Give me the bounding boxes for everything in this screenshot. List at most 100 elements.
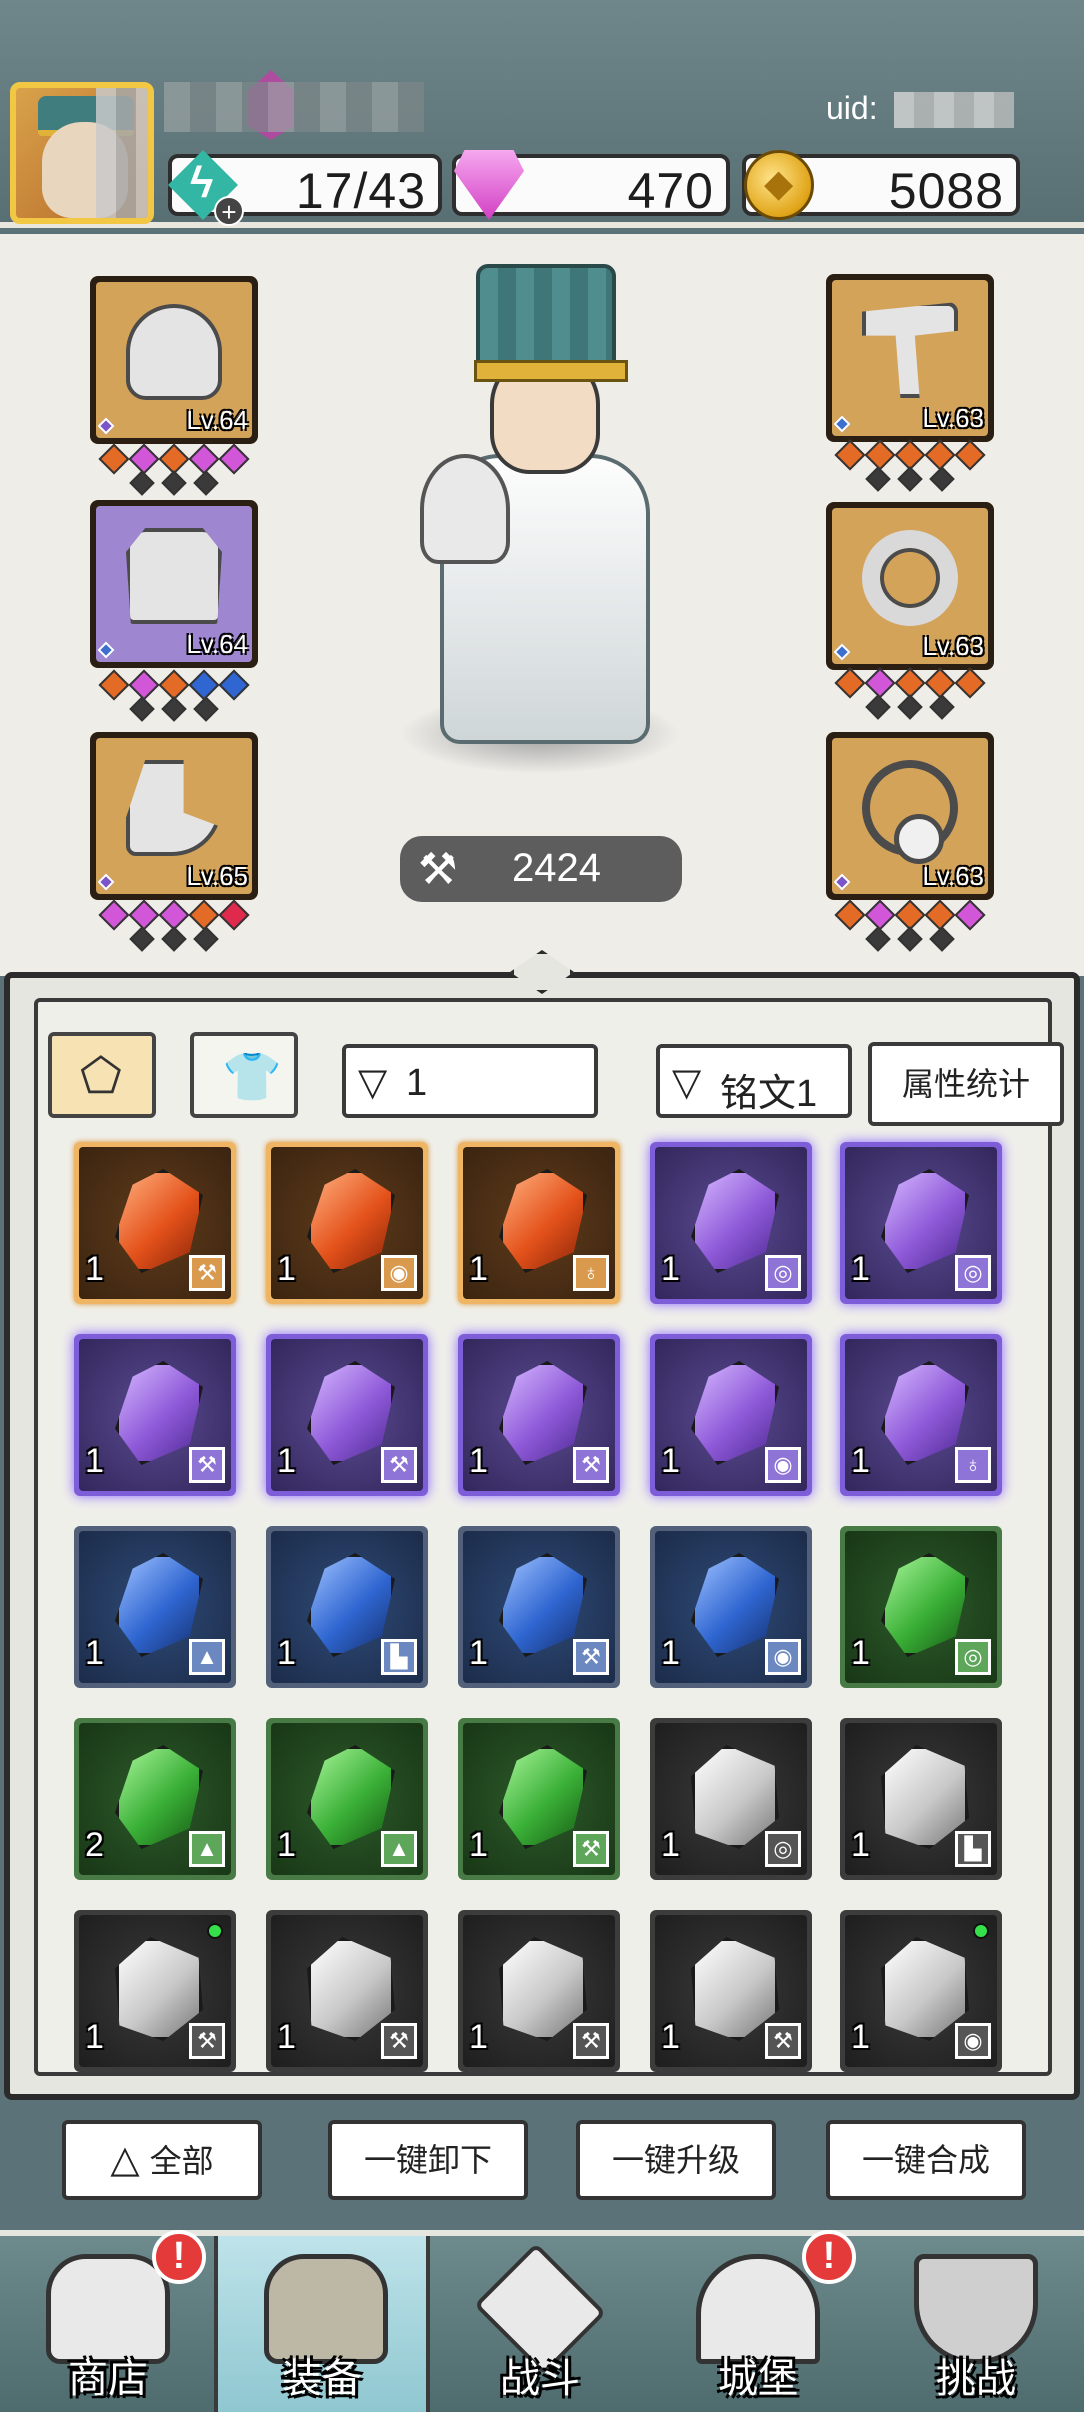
rune-slot-type-icon: ▲ [381,1831,417,1867]
nav-battle[interactable]: 战斗 [432,2236,648,2412]
rune-slot-type-icon: ⚒ [573,2023,609,2059]
nav-castle[interactable]: ! 城堡 [650,2230,866,2412]
rune-item[interactable]: 1 ⚒ [458,1910,620,2072]
rune-slot-type-icon: ▲ [189,1639,225,1675]
rune-item[interactable]: 1 ⚒ [74,1142,236,1304]
hero-character[interactable] [380,264,700,784]
shirt-icon: 👕 [222,1051,282,1104]
avatar-blur [96,88,148,218]
equip-slot-necklace[interactable]: Lv.63 [826,732,994,900]
rune-quantity: 1 [851,2018,870,2056]
rune-quantity: 1 [661,1442,680,1480]
rune-slot-type-icon: ⚒ [573,1639,609,1675]
rune-item[interactable]: 1 ⚒ [458,1334,620,1496]
rune-item[interactable]: 1 ⚒ [266,1910,428,2072]
alert-badge: ! [802,2230,856,2284]
rune-item[interactable]: 1 ♁ [840,1334,1002,1496]
rarity-diamond [833,643,851,661]
attribute-stats-button[interactable]: 属性统计 [868,1042,1064,1126]
rune-quantity: 1 [469,1826,488,1864]
equip-level: Lv.63 [922,403,984,433]
player-avatar[interactable] [10,82,154,224]
rune-quantity: 2 [85,1826,104,1864]
rune-item[interactable]: 1 ▲ [266,1718,428,1880]
merge-all-button[interactable]: 一键合成 [826,2120,1026,2200]
equip-slot-helmet[interactable]: Lv.64 [90,276,258,444]
player-name-blurred [164,82,424,132]
rune-filter-dropdown[interactable]: ▽ 铭文1 [656,1044,852,1118]
nav-shop[interactable]: ! 商店 [0,2230,216,2412]
rune-item[interactable]: 1 ▲ [74,1526,236,1688]
rune-item[interactable]: 1 ⚒ [74,1910,236,2072]
rune-slot-type-icon: ⚒ [381,1447,417,1483]
nav-label: 挑战 [936,2357,1016,2401]
upgrade-all-button[interactable]: 一键升级 [576,2120,776,2200]
rune-slot-type-icon: ◎ [955,1639,991,1675]
rune-item[interactable]: 1 ◉ [650,1334,812,1496]
rune-slot-type-icon: ⚒ [573,1831,609,1867]
rune-quantity: 1 [85,1250,104,1288]
rune-slot-type-icon: ⚒ [573,1447,609,1483]
equip-level: Lv.65 [186,861,248,891]
rune-item[interactable]: 1 ◎ [840,1142,1002,1304]
rune-slot-type-icon: ⚒ [765,2023,801,2059]
rune-quantity: 1 [661,1250,680,1288]
ring-sockets [826,667,994,728]
rune-quantity: 1 [277,1442,296,1480]
inventory-inner-frame: ⬠ 👕 ▽ 1 ▽ 铭文1 属性统计 1 ⚒ 1 ◉ 1 ♁ 1 ◎ 1 ◎ 1 ⚒ 1 ⚒ 1 ⚒ 1 ◉ 1 ♁ 1… [34,998,1064,2076]
rune-item[interactable]: 1 ▙ [266,1526,428,1688]
rune-item[interactable]: 2 ▲ [74,1718,236,1880]
rune-quantity: 1 [277,2018,296,2056]
rune-slot-type-icon: ⚒ [189,1447,225,1483]
rune-item[interactable]: 1 ◉ [650,1526,812,1688]
rarity-diamond [97,417,115,435]
rune-item[interactable]: 1 ⚒ [266,1334,428,1496]
rune-quantity: 1 [661,1634,680,1672]
nav-label: 城堡 [718,2357,798,2401]
rune-slot-type-icon: ◎ [765,1255,801,1291]
tab-runes[interactable]: ⬠ [48,1032,156,1118]
unequip-all-button[interactable]: 一键卸下 [328,2120,528,2200]
equip-slot-boots[interactable]: Lv.65 [90,732,258,900]
necklace-icon [862,760,958,864]
chevron-down-icon: ▽ [672,1062,702,1104]
rune-item[interactable]: 1 ◎ [650,1142,812,1304]
rune-item[interactable]: 1 ◉ [840,1910,1002,2072]
rune-quantity: 1 [661,2018,680,2056]
rune-item[interactable]: 1 ⚒ [458,1718,620,1880]
rune-item[interactable]: 1 ⚒ [650,1910,812,2072]
level-filter-value: 1 [406,1062,428,1104]
rune-item[interactable]: 1 ♁ [458,1142,620,1304]
rune-quantity: 1 [277,1250,296,1288]
helmet-icon [126,304,222,400]
nav-challenge[interactable]: 挑战 [868,2236,1084,2412]
rune-item[interactable]: 1 ⚒ [74,1334,236,1496]
level-filter-dropdown[interactable]: ▽ 1 [342,1044,598,1118]
rune-slot-type-icon: ▙ [955,1831,991,1867]
equip-level: Lv.64 [186,405,248,435]
tab-outfit[interactable]: 👕 [190,1032,298,1118]
top-bar: uid: 17/43 + 470 5088 [0,0,1084,228]
nav-label: 战斗 [500,2357,580,2401]
rune-item[interactable]: 1 ▙ [840,1718,1002,1880]
nav-equipment[interactable]: 装备 [214,2236,430,2412]
rune-item[interactable]: 1 ◎ [840,1526,1002,1688]
filter-all-button[interactable]: △ 全部 [62,2120,262,2200]
equip-level: Lv.63 [922,861,984,891]
rune-item[interactable]: 1 ⚒ [458,1526,620,1688]
rune-item[interactable]: 1 ◉ [266,1142,428,1304]
alert-badge: ! [152,2230,206,2284]
equip-slot-ring[interactable]: Lv.63 [826,502,994,670]
rune-item[interactable]: 1 ◎ [650,1718,812,1880]
new-indicator-dot [973,1923,989,1939]
equip-slot-armor[interactable]: Lv.64 [90,500,258,668]
equip-slot-weapon[interactable]: Lv.63 [826,274,994,442]
gem-value: 470 [627,163,714,219]
helmet-sockets [90,443,258,504]
weapon-icon [862,302,958,398]
equip-level: Lv.64 [186,629,248,659]
rarity-diamond [97,873,115,891]
energy-add-button[interactable]: + [214,196,244,226]
rune-slot-type-icon: ◎ [765,1831,801,1867]
uid-label: uid: [826,90,878,126]
